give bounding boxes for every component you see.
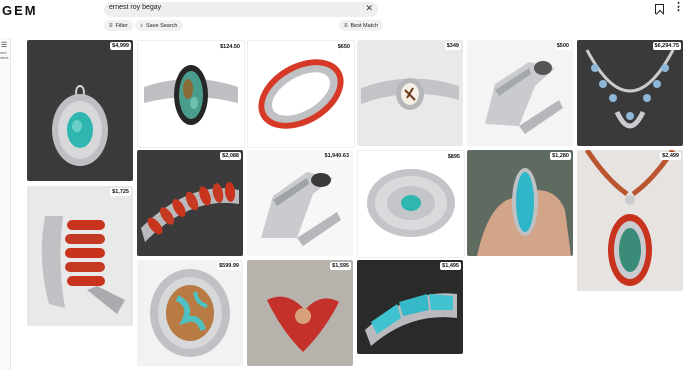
price-badge: $6,294.75 bbox=[652, 42, 681, 50]
squash-blossom-necklace-image bbox=[585, 49, 675, 129]
price-badge: $895 bbox=[445, 153, 462, 161]
price-badge: $599.99 bbox=[217, 262, 241, 270]
listing-card[interactable]: $124.50 bbox=[137, 40, 245, 148]
listing-card[interactable]: $1,725 bbox=[27, 186, 133, 326]
price-badge: $349 bbox=[444, 42, 461, 50]
listing-card[interactable]: $650 bbox=[247, 40, 355, 148]
listing-card[interactable]: $2,088 bbox=[137, 150, 243, 256]
price-badge: $1,495 bbox=[440, 262, 461, 270]
silver-stone-cuff-image bbox=[361, 78, 459, 110]
price-badge: $650 bbox=[335, 43, 352, 51]
filter-label: Filter bbox=[115, 22, 128, 29]
sort-label: Best Match bbox=[350, 22, 379, 29]
listing-card[interactable]: $1,280 bbox=[467, 150, 573, 256]
sort-icon: ≡ bbox=[344, 22, 348, 29]
menu-icon[interactable]: ☰ bbox=[1, 41, 7, 49]
turquoise-bar-cuff-image bbox=[365, 293, 457, 346]
turquoise-cuff-image bbox=[144, 65, 238, 125]
price-badge: $1,280 bbox=[550, 152, 571, 160]
coral-cuff-image bbox=[41, 216, 125, 314]
search-bar[interactable]: ernest roy begay ✕ bbox=[104, 2, 378, 17]
filter-icon: ≡ bbox=[109, 22, 113, 29]
coral-oval-cuff-image bbox=[258, 59, 344, 129]
price-badge: $500 bbox=[554, 42, 571, 50]
top-bar: GEM ernest roy begay ✕ ≡ Filter ♪ Save S… bbox=[0, 0, 690, 36]
coral-ring-image bbox=[267, 296, 339, 352]
silver-cuff-image bbox=[485, 61, 563, 134]
price-badge: $1,725 bbox=[110, 188, 131, 196]
boulder-turquoise-ring-image bbox=[150, 269, 230, 357]
coral-turquoise-pendant-necklace-image bbox=[584, 150, 676, 286]
listing-card[interactable]: $1,495 bbox=[357, 260, 463, 354]
sidebar: ☰ ved ches bbox=[0, 38, 11, 370]
close-icon[interactable]: ✕ bbox=[365, 3, 373, 14]
price-badge: $2,088 bbox=[220, 152, 241, 160]
bookmark-icon[interactable] bbox=[655, 4, 664, 14]
listing-card[interactable]: $349 bbox=[357, 40, 463, 146]
listing-card[interactable]: $2,499 bbox=[577, 150, 683, 291]
listing-card[interactable]: $1,940.63 bbox=[247, 150, 353, 256]
listing-card[interactable]: $895 bbox=[357, 150, 465, 258]
listing-card[interactable]: $4,999 bbox=[27, 40, 133, 181]
listing-card[interactable]: $1,595 bbox=[247, 260, 353, 366]
price-badge: $1,595 bbox=[330, 262, 351, 270]
stamped-silver-cuff-image bbox=[261, 172, 341, 246]
turquoise-pendant-image bbox=[52, 85, 108, 166]
sort-button[interactable]: ≡ Best Match bbox=[339, 20, 384, 31]
price-badge: $1,940.63 bbox=[322, 152, 351, 160]
bell-icon: ♪ bbox=[140, 22, 143, 29]
turquoise-cluster-ring-on-hand-image bbox=[477, 168, 571, 256]
listing-card[interactable]: $6,294.75 bbox=[577, 40, 683, 146]
coral-row-bracelet-image bbox=[141, 182, 239, 242]
listing-card[interactable]: $599.99 bbox=[137, 260, 243, 366]
gem-logo[interactable]: GEM bbox=[2, 3, 38, 18]
price-badge: $124.50 bbox=[218, 43, 242, 51]
more-options-icon[interactable]: ⋮ bbox=[673, 2, 684, 13]
saved-searches-label[interactable]: ved ches bbox=[0, 50, 8, 60]
listing-card[interactable]: $500 bbox=[467, 40, 573, 146]
save-search-button[interactable]: ♪ Save Search bbox=[135, 20, 183, 31]
concho-buckle-image bbox=[367, 169, 455, 237]
search-input[interactable]: ernest roy begay bbox=[109, 4, 161, 11]
filter-button[interactable]: ≡ Filter bbox=[104, 20, 133, 31]
save-search-label: Save Search bbox=[146, 22, 178, 29]
price-badge: $2,499 bbox=[660, 152, 681, 160]
price-badge: $4,999 bbox=[110, 42, 131, 50]
